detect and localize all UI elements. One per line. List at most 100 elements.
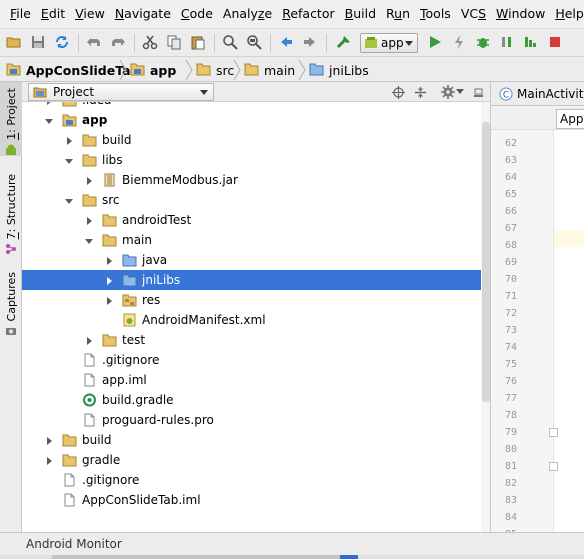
- apply-changes-icon[interactable]: [449, 32, 469, 52]
- tree-item[interactable]: build.gradle: [22, 390, 490, 410]
- locate-icon[interactable]: [390, 84, 406, 100]
- menu-vcs[interactable]: VCS: [456, 0, 491, 28]
- tree-item[interactable]: BiemmeModbus.jar: [22, 170, 490, 190]
- tree-item[interactable]: src: [22, 190, 490, 210]
- android-monitor-tab[interactable]: Android Monitor: [26, 537, 122, 551]
- tree-item[interactable]: androidTest: [22, 210, 490, 230]
- undo-icon[interactable]: [84, 32, 104, 52]
- tree-item[interactable]: build: [22, 430, 490, 450]
- cut-icon[interactable]: [140, 32, 160, 52]
- collapsed-arrow-icon[interactable]: [104, 255, 114, 265]
- tree-item[interactable]: app.iml: [22, 370, 490, 390]
- gear-dropdown-icon[interactable]: [456, 84, 464, 100]
- tree-item[interactable]: proguard-rules.pro: [22, 410, 490, 430]
- make-icon[interactable]: [334, 32, 354, 52]
- gear-icon[interactable]: [440, 84, 456, 100]
- hide-panel-icon[interactable]: [470, 84, 486, 100]
- fold-marker-icon[interactable]: [549, 462, 558, 471]
- chevron-down-icon: [405, 41, 413, 46]
- expanded-arrow-icon[interactable]: [64, 155, 74, 165]
- menu-help[interactable]: Help: [550, 0, 584, 28]
- tree-item-label: test: [122, 333, 146, 347]
- back-icon[interactable]: [276, 32, 296, 52]
- tree-item[interactable]: build: [22, 130, 490, 150]
- run-icon[interactable]: [425, 32, 445, 52]
- breadcrumb-item[interactable]: jniLibs: [309, 61, 369, 79]
- fold-marker-icon[interactable]: [549, 428, 558, 437]
- file-icon: [62, 473, 77, 487]
- tree-item[interactable]: main: [22, 230, 490, 250]
- tree-item[interactable]: gradle: [22, 450, 490, 470]
- run-config-select[interactable]: app: [360, 33, 418, 53]
- scrollbar-thumb[interactable]: [482, 122, 490, 402]
- menu-view[interactable]: View: [70, 0, 110, 28]
- menu-tools[interactable]: Tools: [415, 0, 456, 28]
- paste-icon[interactable]: [188, 32, 208, 52]
- menu-edit[interactable]: Edit: [36, 0, 70, 28]
- replace-icon[interactable]: [244, 32, 264, 52]
- find-icon[interactable]: [220, 32, 240, 52]
- project-tree-scrollbar[interactable]: [481, 102, 490, 532]
- menu-file[interactable]: File: [5, 0, 36, 28]
- save-icon[interactable]: [28, 32, 48, 52]
- tree-item[interactable]: test: [22, 330, 490, 350]
- expanded-arrow-icon[interactable]: [84, 235, 94, 245]
- tool-tab-structure[interactable]: 7: Structure: [0, 174, 22, 255]
- collapsed-arrow-icon[interactable]: [44, 455, 54, 465]
- menu-build[interactable]: Build: [340, 0, 381, 28]
- stop-icon[interactable]: [545, 32, 565, 52]
- tree-item-label: build: [102, 133, 132, 147]
- collapsed-arrow-icon[interactable]: [84, 335, 94, 345]
- tree-item[interactable]: java: [22, 250, 490, 270]
- collapsed-arrow-icon[interactable]: [104, 275, 114, 285]
- collapsed-arrow-icon[interactable]: [84, 215, 94, 225]
- tool-tab-captures[interactable]: Captures: [0, 272, 22, 337]
- breadcrumb-item[interactable]: app: [130, 61, 176, 79]
- current-line-highlight-code: [554, 230, 584, 247]
- forward-icon[interactable]: [300, 32, 320, 52]
- gradle-icon: [82, 393, 97, 407]
- tree-item[interactable]: .gitignore: [22, 350, 490, 370]
- tree-item[interactable]: res: [22, 290, 490, 310]
- coverage-icon[interactable]: [521, 32, 541, 52]
- debug-icon[interactable]: [473, 32, 493, 52]
- collapsed-arrow-icon[interactable]: [84, 175, 94, 185]
- tree-item[interactable]: app: [22, 110, 490, 130]
- tree-item[interactable]: AppConSlideTab.iml: [22, 490, 490, 510]
- menu-code[interactable]: Code: [176, 0, 218, 28]
- expanded-arrow-icon[interactable]: [64, 195, 74, 205]
- tree-item[interactable]: libs: [22, 150, 490, 170]
- collapsed-arrow-icon[interactable]: [104, 295, 114, 305]
- collapse-all-icon[interactable]: [412, 84, 428, 100]
- tool-tab-project[interactable]: 1: Project: [0, 82, 22, 156]
- expanded-arrow-icon[interactable]: [44, 115, 54, 125]
- menu-analyze[interactable]: Analyze: [218, 0, 277, 28]
- attach-debugger-icon[interactable]: [497, 32, 517, 52]
- module-folder-icon: [6, 62, 21, 79]
- open-icon[interactable]: [4, 32, 24, 52]
- class-icon: C: [499, 87, 513, 101]
- module-folder-icon: [62, 113, 77, 127]
- breadcrumb-item[interactable]: src: [196, 61, 234, 79]
- breadcrumb-item[interactable]: main: [244, 61, 295, 79]
- source-folder-icon: [122, 273, 137, 287]
- tree-item-label: build.gradle: [102, 393, 174, 407]
- copy-icon[interactable]: [164, 32, 184, 52]
- collapsed-arrow-icon[interactable]: [64, 135, 74, 145]
- tree-item[interactable]: .gitignore: [22, 470, 490, 490]
- horizontal-scrollbar-thumb[interactable]: [52, 555, 358, 559]
- menu-window[interactable]: Window: [491, 0, 550, 28]
- project-view-select[interactable]: Project: [28, 83, 214, 101]
- menu-refactor[interactable]: Refactor: [277, 0, 339, 28]
- menu-navigate[interactable]: Navigate: [110, 0, 176, 28]
- tree-item[interactable]: jniLibs: [22, 270, 490, 290]
- sync-icon[interactable]: [52, 32, 72, 52]
- collapsed-arrow-icon[interactable]: [44, 435, 54, 445]
- tree-item-label: app: [82, 113, 108, 127]
- menu-run[interactable]: Run: [381, 0, 415, 28]
- tree-item[interactable]: AndroidManifest.xml: [22, 310, 490, 330]
- tree-item-label: proguard-rules.pro: [102, 413, 214, 427]
- code-editor[interactable]: App 62 63 64 65 66 67 68 69 70 71 72 73 74 75 76 77 78 79…: [491, 106, 584, 540]
- editor-tab-mainactivity[interactable]: C MainActivity: [499, 84, 584, 104]
- redo-icon[interactable]: [108, 32, 128, 52]
